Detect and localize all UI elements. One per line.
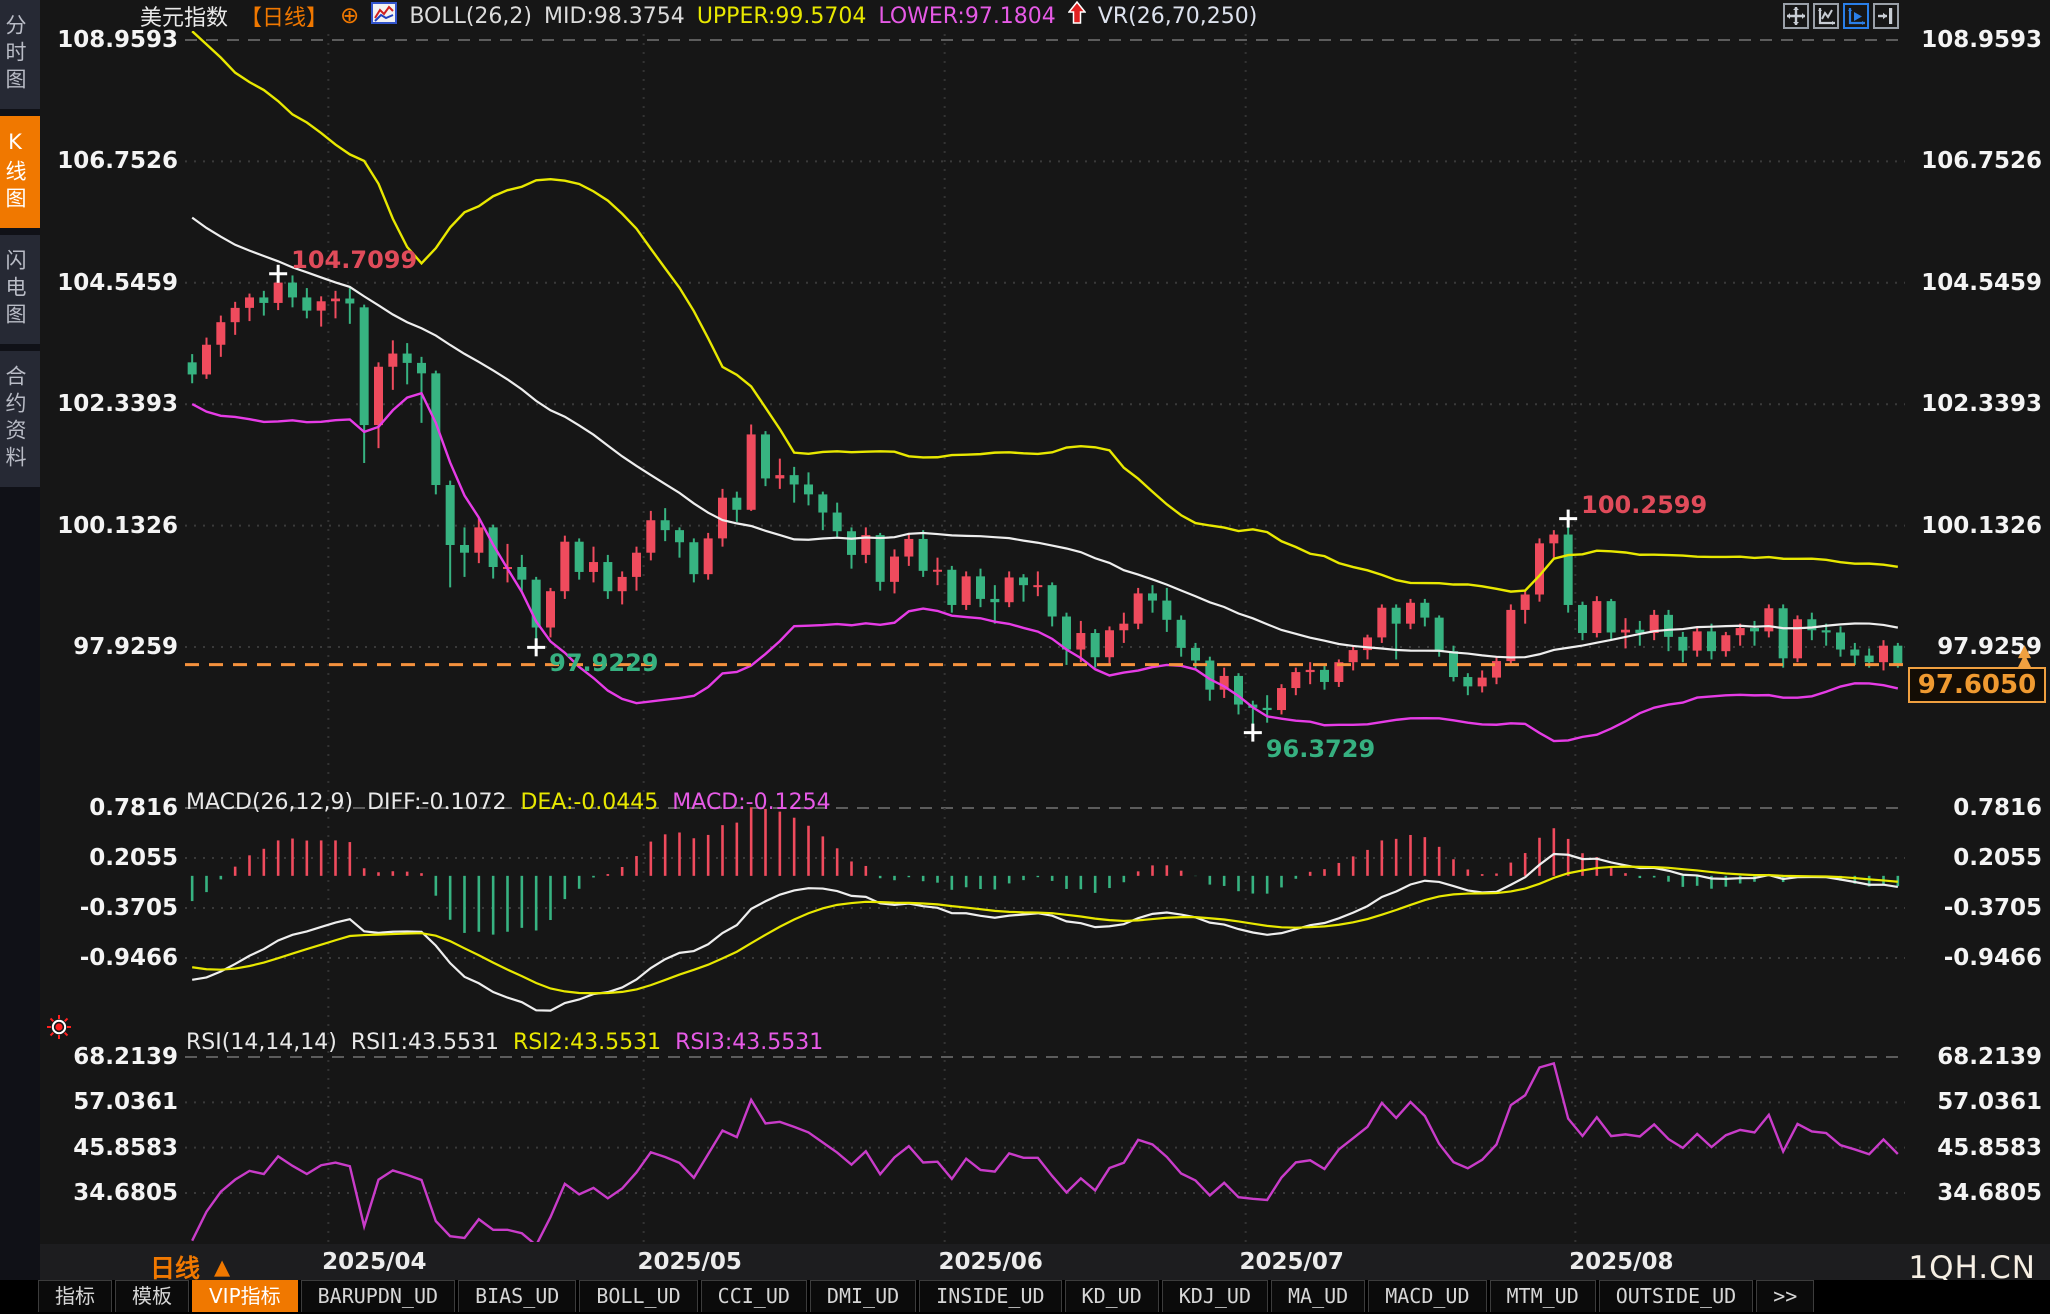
indicator-tab-2[interactable]: VIP指标 — [192, 1280, 298, 1312]
indicator-tab-10[interactable]: KDJ_UD — [1162, 1280, 1268, 1312]
price-annotation: 100.2599 — [1581, 491, 1707, 519]
indicator-tabbar: 指标模板VIP指标BARUPDN_UDBIAS_UDBOLL_UDCCI_UDD… — [0, 1280, 2050, 1314]
alert-up-arrow-icon — [1068, 1, 1086, 31]
indicator-tab-6[interactable]: CCI_UD — [701, 1280, 807, 1312]
indicator-tab-7[interactable]: DMI_UD — [810, 1280, 916, 1312]
indicator-tab-4[interactable]: BIAS_UD — [458, 1280, 576, 1312]
macd-label: MACD(26,12,9) — [186, 790, 353, 815]
price-annotation: 96.3729 — [1266, 735, 1375, 763]
indicator-tab-5[interactable]: BOLL_UD — [579, 1280, 697, 1312]
indicator-tab-14[interactable]: OUTSIDE_UD — [1599, 1280, 1753, 1312]
price-up-arrows-icon: ▲▲ — [2018, 647, 2031, 665]
axis-scale-tool-icon[interactable] — [1813, 3, 1839, 29]
add-indicator-icon[interactable]: ⊕ — [340, 3, 359, 29]
indicator-tab-8[interactable]: INSIDE_UD — [919, 1280, 1061, 1312]
indicator-tab-1[interactable]: 模板 — [115, 1280, 189, 1312]
rsi-label: RSI(14,14,14) — [186, 1030, 337, 1055]
macd-pane — [192, 807, 1898, 1010]
candle-pane — [188, 31, 1903, 741]
macd-header: MACD(26,12,9) DIFF:-0.1072 DEA:-0.0445 M… — [186, 790, 831, 815]
collapse-panel-tool-icon[interactable] — [1873, 3, 1899, 29]
indicator-tab-11[interactable]: MA_UD — [1271, 1280, 1365, 1312]
chart-toolbar — [1783, 3, 1899, 29]
rsi2-value: RSI2:43.5531 — [513, 1030, 661, 1055]
indicator-tab-15[interactable]: >> — [1756, 1280, 1814, 1312]
boll-mid-value: MID:98.3754 — [544, 4, 685, 29]
chart-header: 美元指数 【日线】 ⊕ BOLL(26,2) MID:98.3754 UPPER… — [140, 0, 1257, 32]
indicator-tab-12[interactable]: MACD_UD — [1368, 1280, 1486, 1312]
axis-play-tool-icon[interactable] — [1843, 3, 1869, 29]
last-price-box: 97.6050 — [1908, 667, 2046, 703]
boll-upper-value: UPPER:99.5704 — [697, 4, 867, 29]
indicator-tab-0[interactable]: 指标 — [38, 1280, 112, 1312]
period-tag[interactable]: 【日线】 — [240, 0, 328, 32]
vr-label: VR(26,70,250) — [1098, 4, 1257, 29]
macd-hist-value: MACD:-0.1254 — [672, 790, 830, 815]
price-annotation: 104.7099 — [291, 246, 417, 274]
boll-label: BOLL(26,2) — [409, 4, 532, 29]
rsi-header: RSI(14,14,14) RSI1:43.5531 RSI2:43.5531 … — [186, 1030, 823, 1055]
indicator-tab-13[interactable]: MTM_UD — [1490, 1280, 1596, 1312]
indicator-tab-3[interactable]: BARUPDN_UD — [301, 1280, 455, 1312]
rsi1-value: RSI1:43.5531 — [351, 1030, 499, 1055]
alert-dot-icon[interactable] — [46, 1014, 72, 1044]
rsi3-value: RSI3:43.5531 — [675, 1030, 823, 1055]
trading-app-window: 分时图K线图闪电图合约资料 美元指数 【日线】 ⊕ BOLL(26,2) MID… — [0, 0, 2050, 1314]
symbol-title: 美元指数 — [140, 0, 228, 32]
indicator-tab-9[interactable]: KD_UD — [1065, 1280, 1159, 1312]
price-annotation: 97.9229 — [549, 649, 658, 677]
pan-tool-icon[interactable] — [1783, 3, 1809, 29]
mini-chart-icon — [371, 2, 397, 30]
macd-diff-value: DIFF:-0.1072 — [367, 790, 506, 815]
chart-canvas[interactable] — [0, 0, 2050, 1314]
boll-lower-value: LOWER:97.1804 — [878, 4, 1055, 29]
macd-dea-value: DEA:-0.0445 — [520, 790, 658, 815]
rsi-pane — [192, 1063, 1898, 1245]
